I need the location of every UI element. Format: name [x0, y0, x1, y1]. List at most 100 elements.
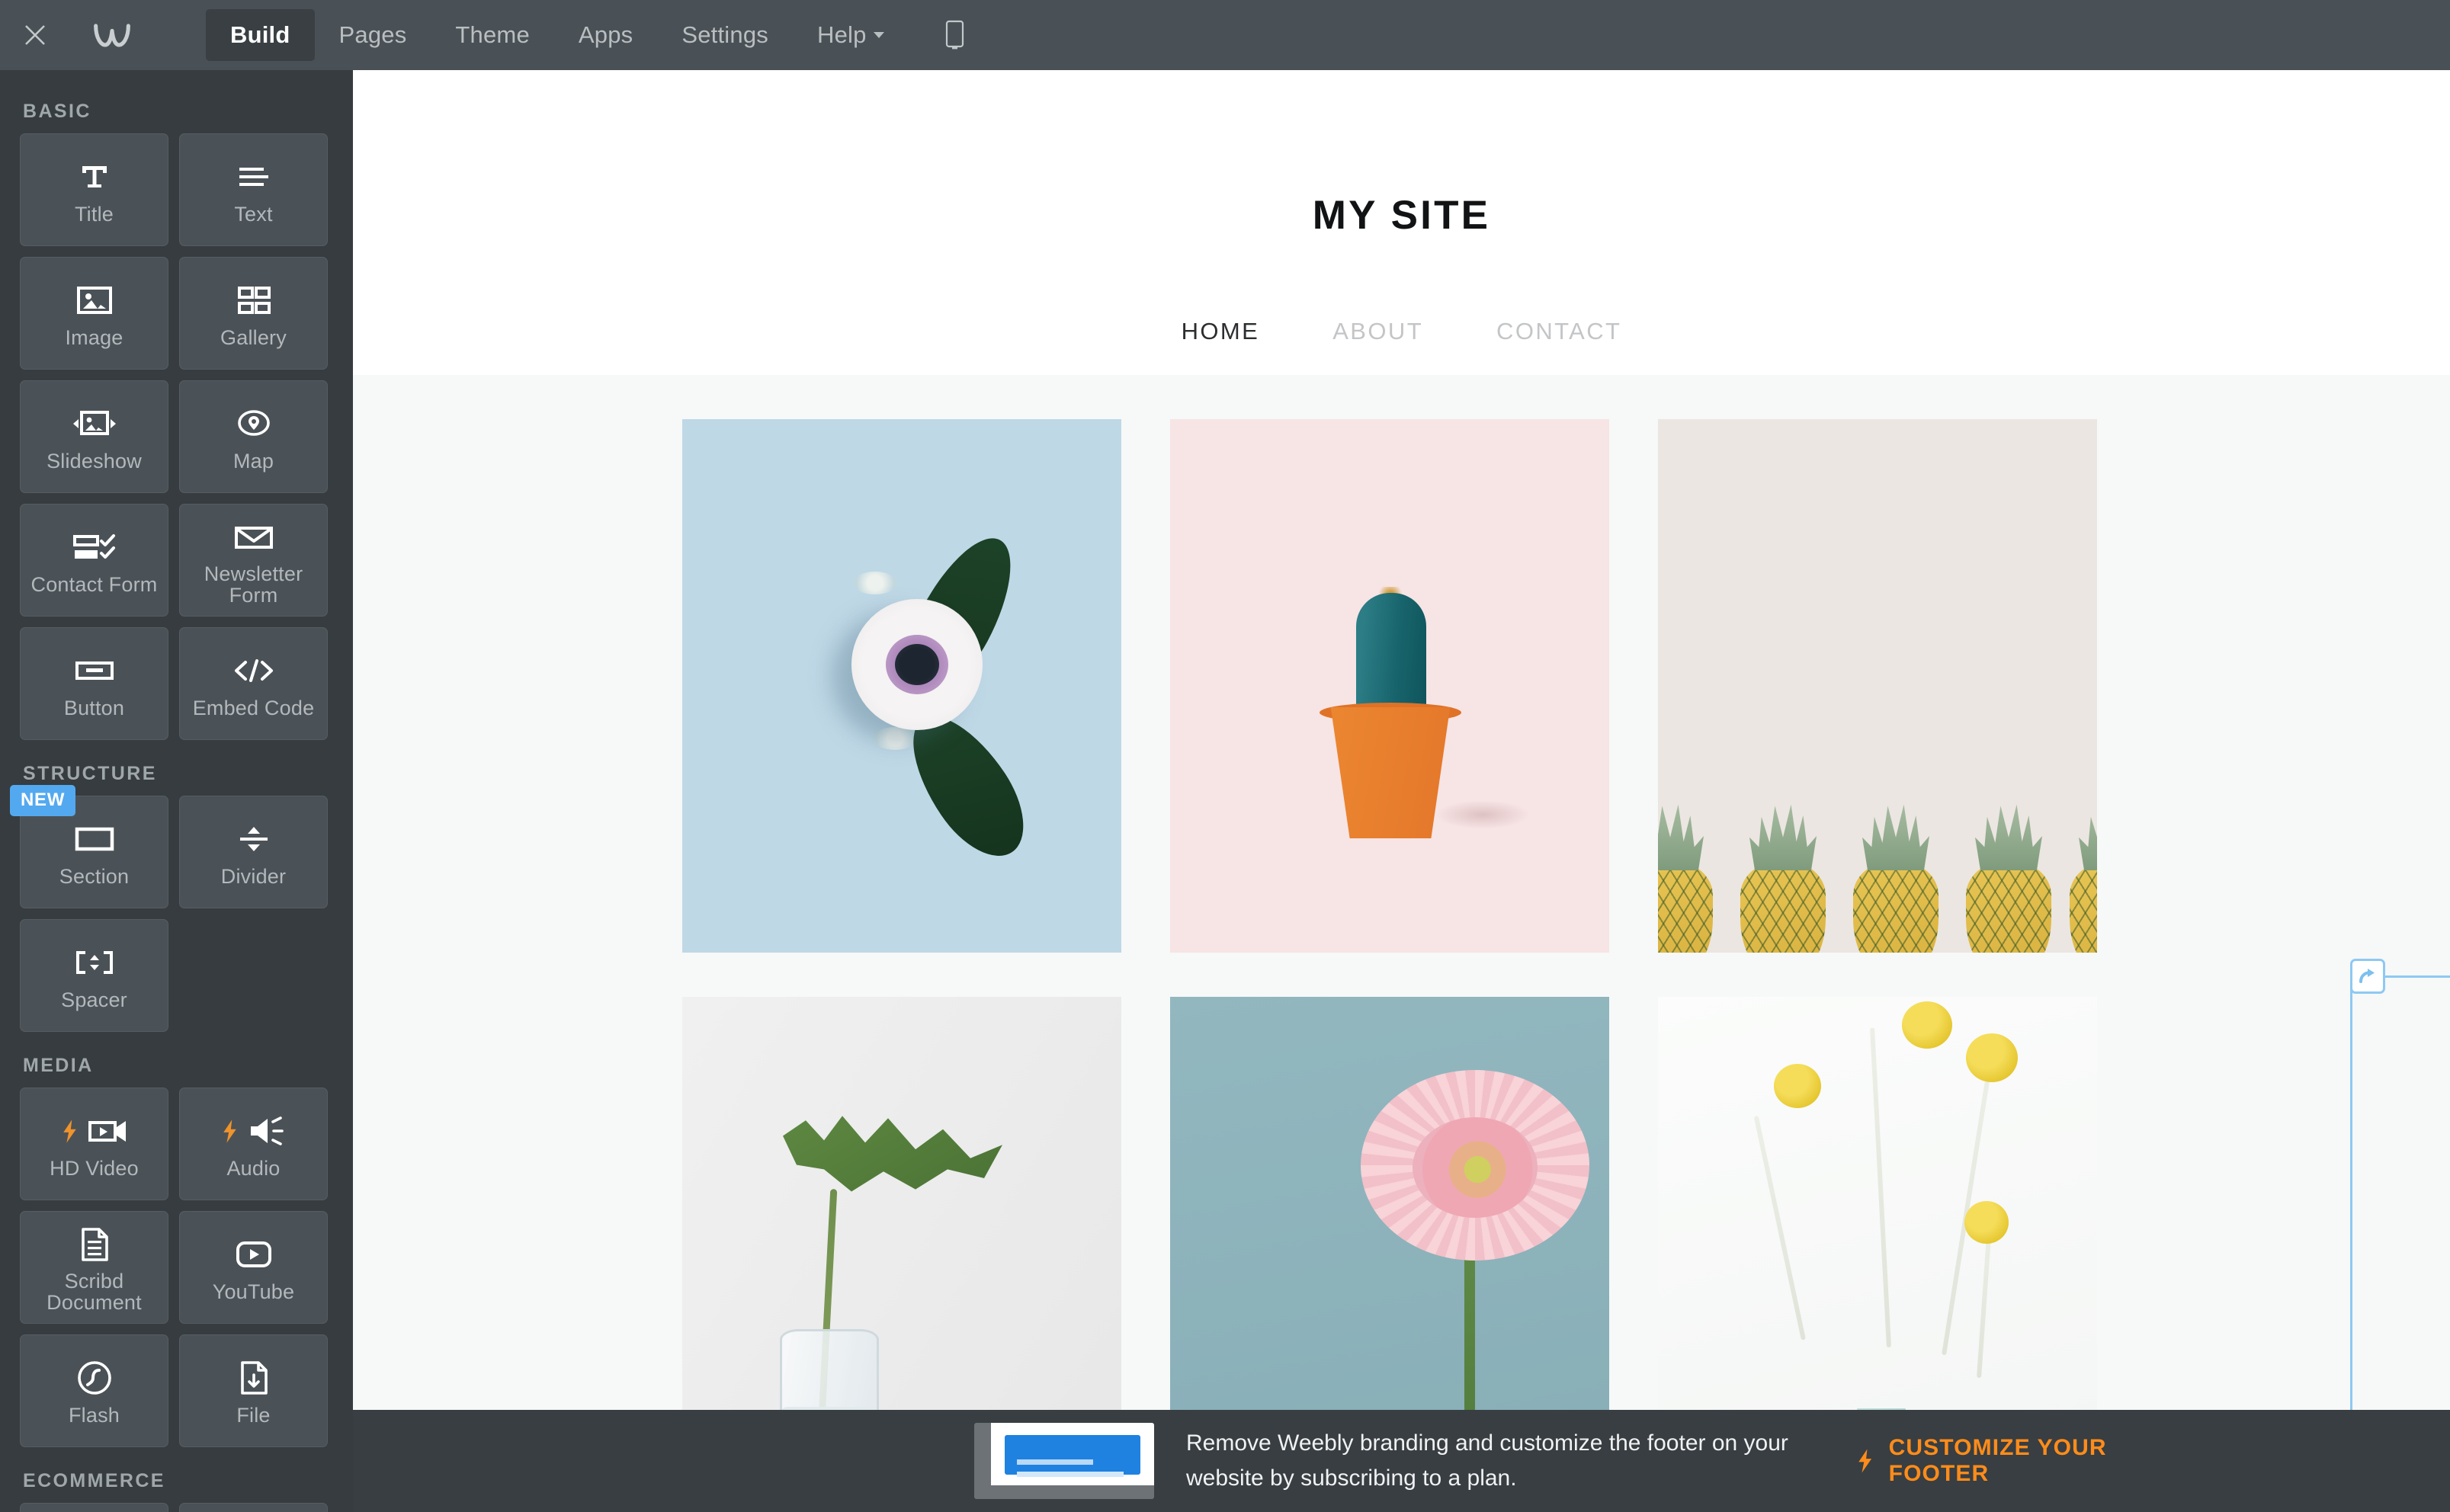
customize-footer-button[interactable]: CUSTOMIZE YOUR FOOTER	[1855, 1435, 2206, 1487]
new-badge: NEW	[10, 785, 76, 816]
button-icon	[74, 647, 115, 694]
element-tile-label: Scribd Document	[46, 1270, 142, 1314]
nav-tab-label: Theme	[455, 21, 530, 48]
nav-tab-label: Settings	[681, 21, 768, 48]
element-tile-label: Button	[63, 697, 125, 720]
lightning-bolt-icon	[223, 1120, 236, 1143]
map-pin-icon	[236, 400, 272, 447]
element-tile-text[interactable]: Text	[179, 133, 328, 246]
element-tile-flash[interactable]: Flash	[20, 1334, 168, 1447]
text-lines-icon	[236, 153, 272, 200]
flash-icon	[76, 1354, 113, 1401]
element-tile-label: HD Video	[50, 1157, 139, 1180]
move-element-handle[interactable]	[2350, 959, 2385, 994]
sidebar-section-ecommerce-tiles	[20, 1503, 333, 1512]
element-tile-ecommerce-2[interactable]	[179, 1503, 328, 1512]
element-tile-gallery[interactable]: Gallery	[179, 257, 328, 370]
site-canvas[interactable]: MY SITE HOME ABOUT CONTACT	[353, 70, 2450, 1512]
rectangle-icon	[74, 815, 115, 863]
element-tile-label: Newsletter Form	[204, 562, 303, 607]
gallery-grid	[682, 419, 2097, 1512]
element-tile-label: Flash	[68, 1404, 120, 1427]
cactus-photo	[1170, 419, 1609, 953]
element-tile-map[interactable]: Map	[179, 380, 328, 493]
gallery-image-3[interactable]	[1658, 419, 2097, 953]
nav-tab-build[interactable]: Build	[206, 9, 315, 61]
element-tile-image[interactable]: Image	[20, 257, 168, 370]
element-tile-label: Spacer	[61, 988, 127, 1012]
sidebar-section-structure-tiles: NEW Section Divider Spacer	[10, 785, 333, 1032]
code-brackets-icon	[232, 647, 275, 694]
element-tile-section[interactable]: NEW Section	[10, 785, 168, 908]
spacer-icon	[74, 939, 115, 986]
element-tile-contact-form[interactable]: Contact Form	[20, 504, 168, 617]
move-arrow-icon	[2359, 969, 2375, 983]
gallery-image-1[interactable]	[682, 419, 1121, 953]
pineapples-photo	[1658, 419, 2097, 953]
divider-arrows-icon	[237, 815, 271, 863]
lightning-bolt-icon	[1858, 1449, 1872, 1473]
device-preview-button[interactable]	[935, 9, 976, 61]
element-tile-button[interactable]: Button	[20, 627, 168, 740]
serif-t-icon	[77, 153, 112, 200]
branding-upsell-banner: Remove Weebly branding and customize the…	[353, 1410, 2450, 1512]
chevron-down-icon	[873, 32, 884, 38]
site-title[interactable]: MY SITE	[353, 192, 2450, 239]
element-tile-label: File	[236, 1404, 271, 1427]
mobile-device-icon	[945, 20, 964, 50]
file-download-icon	[238, 1354, 270, 1401]
weebly-logo[interactable]	[70, 0, 154, 70]
video-camera-icon	[88, 1121, 126, 1142]
grid-squares-icon	[237, 277, 271, 324]
site-nav-home[interactable]: HOME	[1182, 318, 1260, 345]
gallery-section	[353, 375, 2450, 1512]
nav-tab-settings[interactable]: Settings	[657, 9, 793, 61]
elements-sidebar[interactable]: BASIC Title Text Image Gallery Slideshow…	[0, 70, 353, 1512]
element-tile-scribd-document[interactable]: Scribd Document	[20, 1211, 168, 1324]
element-tile-file[interactable]: File	[179, 1334, 328, 1447]
editor-topbar: Build Pages Theme Apps Settings Help	[0, 0, 2450, 70]
gallery-image-2[interactable]	[1170, 419, 1609, 953]
element-tile-label: Audio	[226, 1157, 281, 1180]
element-tile-spacer[interactable]: Spacer	[20, 919, 168, 1032]
element-tile-audio[interactable]: Audio	[179, 1088, 328, 1200]
element-tile-label: Image	[65, 326, 123, 350]
element-tile-divider[interactable]: Divider	[179, 796, 328, 908]
element-tile-label: Title	[74, 203, 114, 226]
nav-tab-help[interactable]: Help	[793, 9, 909, 61]
sidebar-section-media-tiles: HD Video Audio Scribd Document YouTube F…	[20, 1088, 333, 1447]
element-tile-label: YouTube	[212, 1280, 295, 1304]
nav-tab-apps[interactable]: Apps	[554, 9, 657, 61]
site-navigation: HOME ABOUT CONTACT	[353, 318, 2450, 345]
element-tile-label: Map	[232, 450, 274, 473]
nav-tab-theme[interactable]: Theme	[431, 9, 553, 61]
site-nav-about[interactable]: ABOUT	[1332, 318, 1423, 345]
youtube-play-icon	[235, 1231, 273, 1278]
element-tile-youtube[interactable]: YouTube	[179, 1211, 328, 1324]
picture-icon	[75, 277, 114, 324]
element-tile-slideshow[interactable]: Slideshow	[20, 380, 168, 493]
nav-tab-label: Pages	[338, 21, 407, 48]
sidebar-section-basic-header: BASIC	[23, 101, 91, 122]
element-tile-label: Contact Form	[30, 573, 158, 597]
element-tile-label: Text	[234, 203, 273, 226]
close-editor-button[interactable]	[0, 0, 70, 70]
element-tile-ecommerce-1[interactable]	[20, 1503, 168, 1512]
element-tile-title[interactable]: Title	[20, 133, 168, 246]
speaker-icon	[251, 1116, 284, 1146]
envelope-icon	[233, 514, 274, 561]
site-nav-contact[interactable]: CONTACT	[1496, 318, 1621, 345]
element-tile-hd-video[interactable]: HD Video	[20, 1088, 168, 1200]
nav-tab-pages[interactable]: Pages	[315, 9, 431, 61]
element-tile-embed-code[interactable]: Embed Code	[179, 627, 328, 740]
customize-footer-label: CUSTOMIZE YOUR FOOTER	[1888, 1435, 2107, 1486]
banner-message: Remove Weebly branding and customize the…	[1186, 1430, 1788, 1491]
nav-tab-label: Help	[816, 21, 867, 48]
element-tile-newsletter-form[interactable]: Newsletter Form	[179, 504, 328, 617]
site-header: MY SITE	[353, 70, 2450, 306]
element-tile-label: Gallery	[220, 326, 287, 350]
nav-tab-label: Build	[230, 21, 290, 48]
element-tile-label: Section	[59, 865, 130, 889]
document-icon	[79, 1221, 111, 1268]
form-check-icon	[72, 524, 117, 571]
